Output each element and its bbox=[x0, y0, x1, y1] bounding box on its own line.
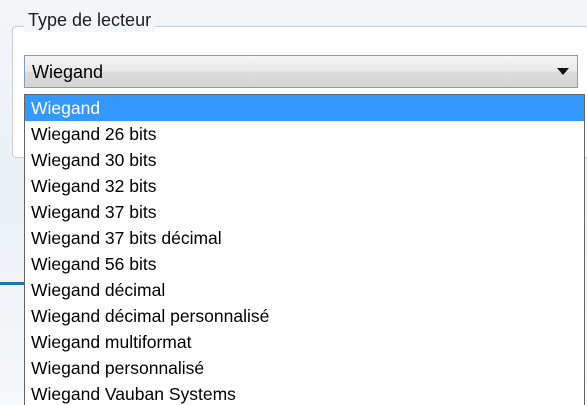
dropdown-item-wiegand-personnalise[interactable]: Wiegand personnalisé bbox=[25, 355, 584, 381]
dropdown-item-wiegand-multiformat[interactable]: Wiegand multiformat bbox=[25, 329, 584, 355]
selected-reader-type: Wiegand bbox=[32, 62, 104, 82]
dropdown-item-wiegand[interactable]: Wiegand bbox=[25, 95, 584, 121]
dropdown-item-wiegand-vauban-systems[interactable]: Wiegand Vauban Systems bbox=[25, 381, 584, 405]
dropdown-item-wiegand-26-bits[interactable]: Wiegand 26 bits bbox=[25, 121, 584, 147]
dropdown-item-wiegand-56-bits[interactable]: Wiegand 56 bits bbox=[25, 251, 584, 277]
reader-type-select[interactable]: Wiegand bbox=[24, 55, 578, 88]
dropdown-item-wiegand-37-bits[interactable]: Wiegand 37 bits bbox=[25, 199, 584, 225]
dropdown-item-wiegand-30-bits[interactable]: Wiegand 30 bits bbox=[25, 147, 584, 173]
dropdown-item-wiegand-37-bits-decimal[interactable]: Wiegand 37 bits décimal bbox=[25, 225, 584, 251]
reader-type-dropdown-list[interactable]: Wiegand Wiegand 26 bits Wiegand 30 bits … bbox=[24, 94, 585, 405]
reader-type-label: Type de lecteur bbox=[24, 8, 156, 32]
dropdown-item-wiegand-decimal[interactable]: Wiegand décimal bbox=[25, 277, 584, 303]
dropdown-item-wiegand-32-bits[interactable]: Wiegand 32 bits bbox=[25, 173, 584, 199]
dropdown-item-wiegand-decimal-personnalise[interactable]: Wiegand décimal personnalisé bbox=[25, 303, 584, 329]
chevron-down-icon[interactable] bbox=[557, 68, 569, 75]
